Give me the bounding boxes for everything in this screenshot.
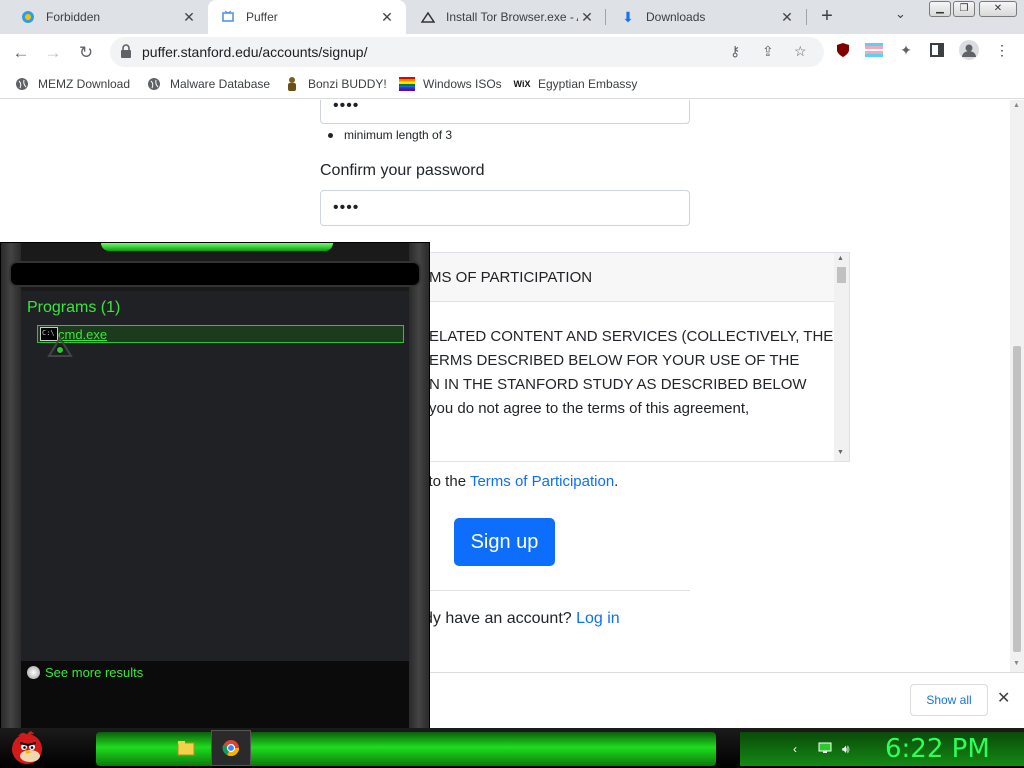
- password-hint: minimum length of 3: [327, 128, 453, 142]
- menu-kebab-icon[interactable]: ⋮: [992, 40, 1012, 60]
- page-scrollbar[interactable]: ▲ ▼: [1010, 100, 1024, 672]
- tab-separator: [605, 9, 606, 25]
- tab-title: Puffer: [246, 10, 278, 24]
- lock-icon: [121, 44, 131, 58]
- search-results: Programs (1) C:\ cmd.exe: [21, 291, 409, 661]
- minimize-icon[interactable]: ▁: [929, 1, 951, 17]
- bookmark-label: Malware Database: [170, 77, 271, 91]
- start-button-angry-bird-icon[interactable]: [8, 728, 46, 766]
- bookmark-label: MEMZ Download: [38, 77, 131, 91]
- taskbar-clock[interactable]: 6:22 PM: [885, 734, 990, 764]
- login-prefix: dy have an account?: [424, 610, 577, 627]
- tab-title: Downloads: [646, 10, 706, 24]
- bookmark-malware-db[interactable]: Malware Database: [146, 76, 270, 92]
- reload-icon[interactable]: ↻: [73, 40, 99, 66]
- busy-cursor-icon: [47, 336, 73, 357]
- bookmark-memz[interactable]: MEMZ Download: [14, 76, 130, 92]
- tab-title: Install Tor Browser.exe - A: [446, 10, 578, 24]
- puffer-icon: [220, 9, 236, 25]
- address-bar[interactable]: puffer.stanford.edu/accounts/signup/ ⚷ ⇪…: [110, 37, 824, 67]
- network-icon[interactable]: [818, 742, 832, 757]
- close-icon[interactable]: ✕: [578, 9, 596, 26]
- programs-heading: Programs (1): [27, 299, 121, 316]
- see-more-results[interactable]: See more results: [21, 661, 409, 729]
- terms-line: ELATED CONTENT AND SERVICES (COLLECTIVEL…: [429, 328, 834, 345]
- wix-icon: WiX: [513, 79, 531, 89]
- start-menu: Programs (1) C:\ cmd.exe See more result…: [0, 242, 430, 730]
- terms-link[interactable]: Terms of Participation: [470, 473, 614, 490]
- terms-scroll-thumb[interactable]: [837, 267, 846, 283]
- agree-suffix: .: [614, 473, 619, 490]
- terms-line: N IN THE STANFORD STUDY AS DESCRIBED BEL…: [429, 376, 807, 393]
- back-icon[interactable]: ←: [8, 40, 34, 66]
- volume-icon[interactable]: 🔊︎: [842, 742, 850, 757]
- terms-line: ERMS DESCRIBED BELOW FOR YOUR USE OF THE: [429, 352, 800, 369]
- see-more-label: See more results: [45, 665, 144, 680]
- start-menu-glow: [101, 243, 333, 251]
- tray-arrow-icon[interactable]: ‹: [793, 742, 797, 756]
- tab-install-tor[interactable]: Install Tor Browser.exe - A ✕: [408, 0, 606, 34]
- taskbar-chrome-button[interactable]: [211, 730, 251, 766]
- close-icon[interactable]: ✕: [378, 9, 396, 26]
- page-scroll-thumb[interactable]: [1013, 346, 1021, 652]
- start-menu-frame-left: [1, 243, 21, 729]
- close-icon[interactable]: ✕: [778, 9, 796, 26]
- globe-icon: [146, 76, 162, 92]
- download-icon: ⬇: [622, 8, 634, 25]
- start-menu-frame-right: [409, 243, 429, 729]
- cmd-result-item[interactable]: C:\ cmd.exe: [37, 325, 404, 343]
- side-panel-icon[interactable]: [927, 40, 947, 60]
- star-icon[interactable]: ☆: [794, 43, 807, 60]
- taskbar: ‹ 🔊︎ 6:22 PM: [0, 728, 1024, 768]
- new-tab-button[interactable]: +: [815, 5, 839, 29]
- window-close-icon[interactable]: ✕: [979, 1, 1017, 17]
- tab-puffer[interactable]: Puffer ✕: [208, 0, 406, 34]
- windows-flag-icon: [399, 76, 415, 92]
- bookmarks-bar: MEMZ Download Malware Database Bonzi BUD…: [0, 71, 1024, 99]
- download-bar-close-icon[interactable]: ✕: [997, 688, 1010, 708]
- tab-title: Forbidden: [46, 10, 101, 24]
- confirm-password-label: Confirm your password: [320, 162, 485, 179]
- tab-separator: [806, 9, 807, 25]
- chrome-icon: [222, 740, 240, 757]
- restore-icon[interactable]: ❐: [953, 1, 975, 17]
- bookmark-egyptian-embassy[interactable]: WiX Egyptian Embassy: [513, 76, 638, 92]
- extensions-puzzle-icon[interactable]: ✦: [896, 40, 916, 60]
- forward-icon[interactable]: →: [40, 40, 66, 66]
- tab-strip: Forbidden ✕ Puffer ✕ Install Tor Browser…: [0, 0, 1024, 34]
- extension-flag-icon[interactable]: [864, 40, 884, 60]
- tab-forbidden[interactable]: Forbidden ✕: [8, 0, 208, 34]
- ublock-icon[interactable]: [833, 40, 853, 60]
- search-orb-icon: [27, 666, 40, 679]
- key-icon[interactable]: ⚷: [730, 43, 740, 60]
- confirm-password-field[interactable]: ••••: [320, 190, 690, 226]
- folder-icon: [177, 741, 195, 756]
- url-text: puffer.stanford.edu/accounts/signup/: [142, 44, 368, 60]
- profile-avatar-icon[interactable]: [959, 40, 979, 60]
- password-field[interactable]: ••••: [320, 100, 690, 124]
- terms-scrollbar[interactable]: ▲ ▼: [834, 253, 849, 461]
- bonzi-icon: [20, 9, 36, 25]
- bookmark-label: Bonzi BUDDY!: [308, 77, 387, 91]
- bookmark-windows-isos[interactable]: Windows ISOs: [399, 76, 502, 92]
- wikihow-icon: [420, 9, 436, 25]
- bookmark-label: Windows ISOs: [423, 77, 502, 91]
- show-all-button[interactable]: Show all: [910, 684, 988, 716]
- close-icon[interactable]: ✕: [180, 9, 198, 26]
- share-icon[interactable]: ⇪: [762, 43, 774, 60]
- terms-heading-text: MS OF PARTICIPATION: [429, 269, 593, 286]
- taskbar-explorer-button[interactable]: [166, 730, 206, 766]
- start-search-input[interactable]: [9, 261, 421, 287]
- tab-downloads[interactable]: ⬇ Downloads ✕: [608, 0, 806, 34]
- globe-icon: [14, 76, 30, 92]
- log-in-link[interactable]: Log in: [576, 610, 620, 627]
- sign-up-button[interactable]: Sign up: [454, 518, 555, 566]
- bookmark-bonzi[interactable]: Bonzi BUDDY!: [284, 76, 387, 92]
- bookmark-label: Egyptian Embassy: [538, 77, 638, 91]
- bonzi-icon: [284, 76, 300, 92]
- tab-search-chevron-icon[interactable]: ⌄: [895, 6, 906, 22]
- terms-line: you do not agree to the terms of this ag…: [429, 400, 750, 417]
